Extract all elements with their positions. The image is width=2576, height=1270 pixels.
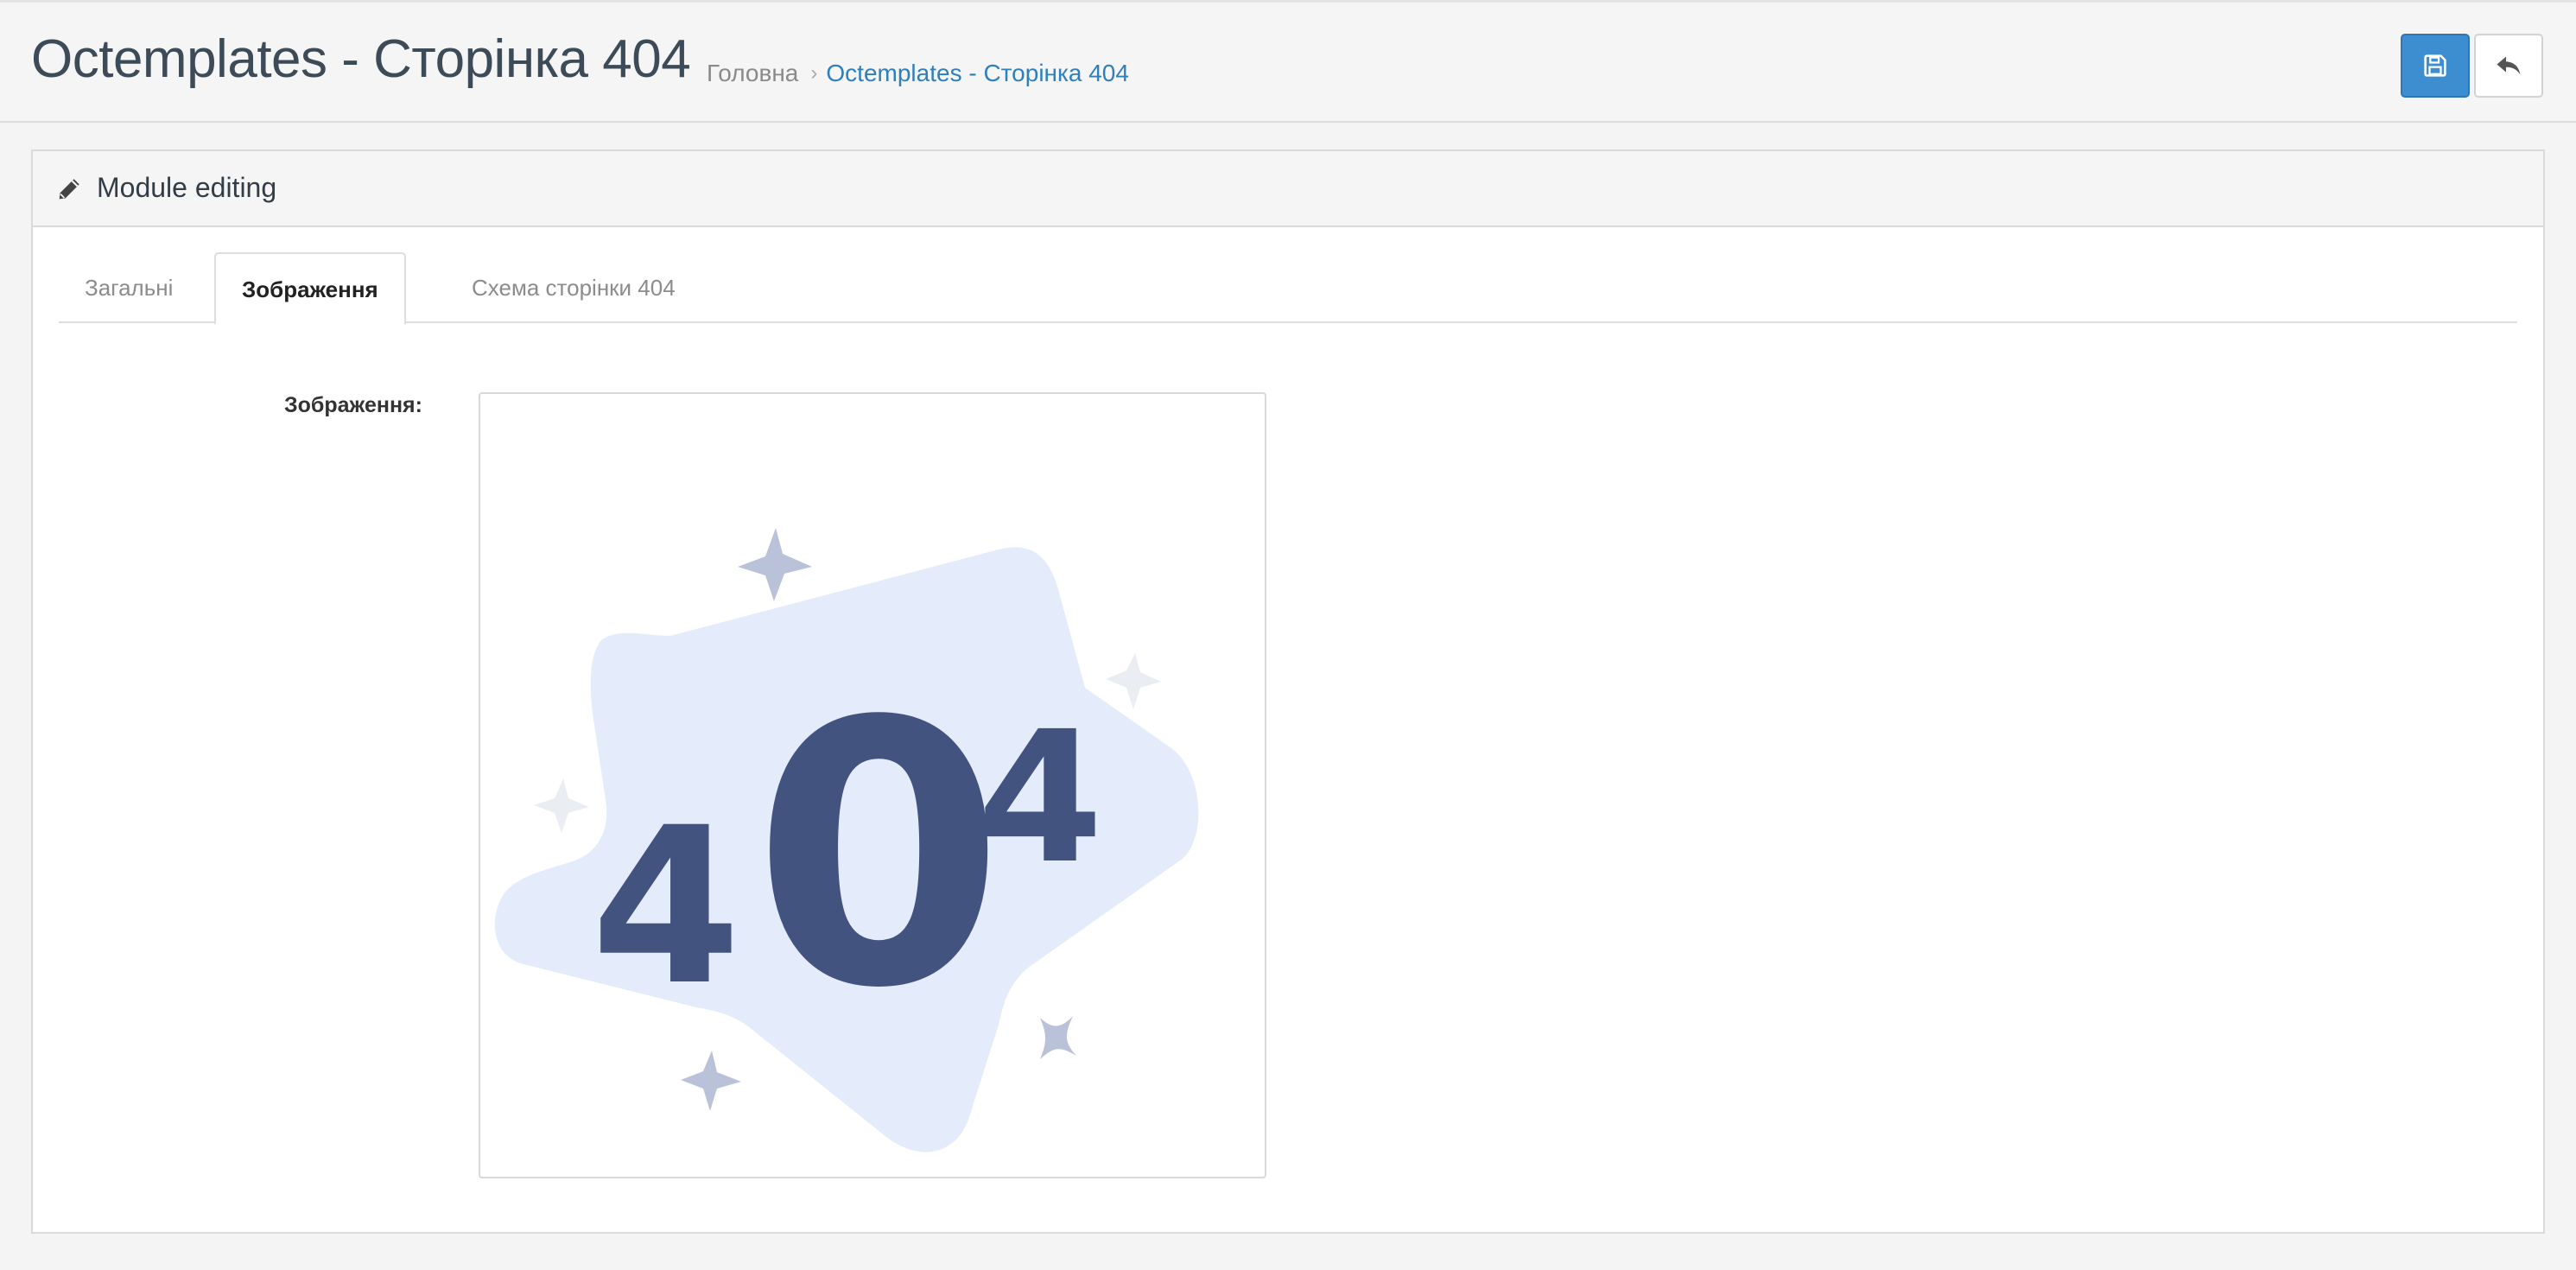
breadcrumb-home-link[interactable]: Головна xyxy=(707,60,798,87)
sparkle-icon xyxy=(738,528,812,601)
page-title: Octemplates - Сторінка 404 xyxy=(31,29,691,89)
panel-heading: Module editing xyxy=(33,151,2543,227)
reply-arrow-icon xyxy=(2497,56,2521,75)
tab-general[interactable]: Загальні xyxy=(59,252,199,323)
module-editing-panel: Module editing Загальні Зображення Схема… xyxy=(31,149,2545,1234)
breadcrumb-current-link[interactable]: Octemplates - Сторінка 404 xyxy=(826,60,1129,87)
404-illustration: 4 0 4 xyxy=(494,528,1199,1153)
tab-bar: Загальні Зображення Схема сторінки 404 xyxy=(59,252,2517,325)
image-field-label: Зображення: xyxy=(284,393,422,417)
digit-four-right: 4 xyxy=(977,692,1103,904)
sparkle-icon xyxy=(1106,653,1161,709)
back-button[interactable] xyxy=(2474,34,2543,98)
tab-page-layout[interactable]: Схема сторінки 404 xyxy=(446,252,701,323)
sparkle-icon xyxy=(681,1051,741,1111)
image-upload-thumbnail[interactable]: 4 0 4 xyxy=(479,392,1266,1178)
sparkle-icon xyxy=(534,778,589,833)
save-button[interactable] xyxy=(2401,34,2470,98)
digit-zero: 0 xyxy=(752,645,1005,1068)
panel-title: Module editing xyxy=(97,172,277,203)
pencil-icon xyxy=(59,179,79,200)
floppy-disk-icon xyxy=(2424,54,2446,77)
breadcrumb-separator: › xyxy=(810,61,818,85)
page-header: Octemplates - Сторінка 404 Головна › Oct… xyxy=(0,0,2576,123)
tab-image[interactable]: Зображення xyxy=(214,252,406,325)
breadcrumb: Головна › Octemplates - Сторінка 404 xyxy=(707,60,1129,87)
sparkle-icon xyxy=(1040,1016,1076,1059)
digit-four-left: 4 xyxy=(591,781,741,1032)
